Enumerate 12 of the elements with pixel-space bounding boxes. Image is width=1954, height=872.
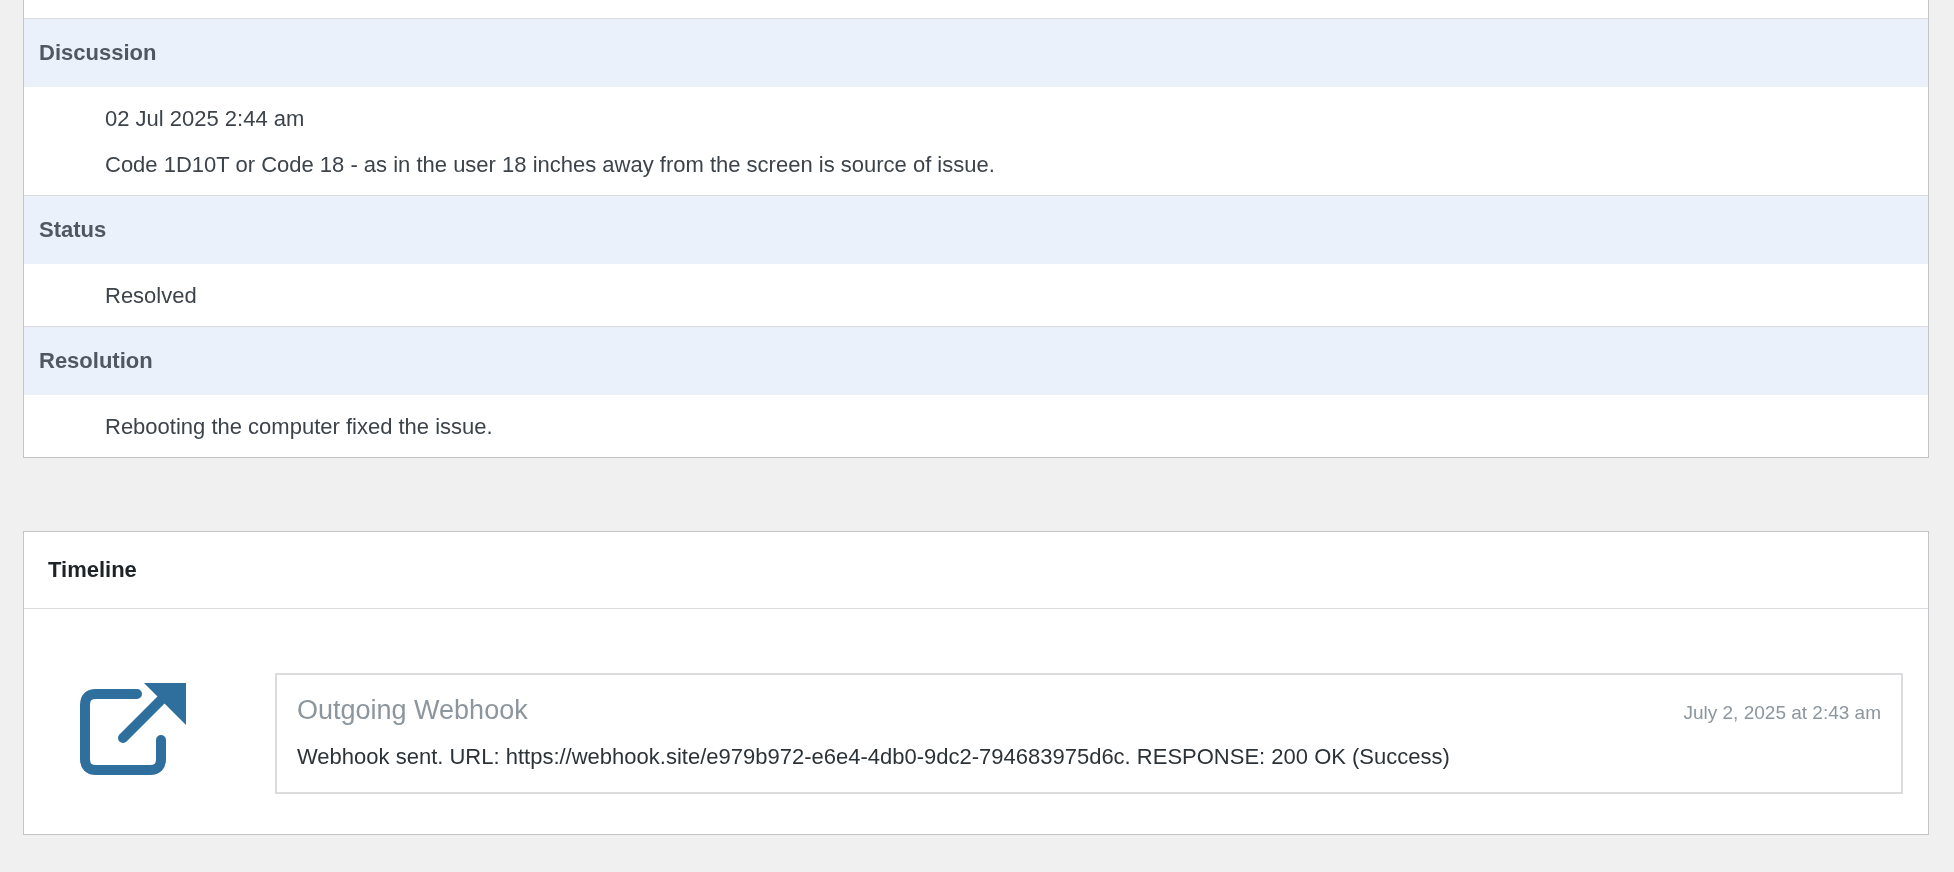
entry-message: Webhook sent. URL: https://webhook.site/e979b972-e6e4-4db0-9dc2-794683975d6c. RESPONSE: 200 OK (Success) (297, 744, 1451, 770)
entry-time: July 2, 2025 at 2:43 am (1683, 702, 1881, 724)
section-text: Code 1D10T or Code 18 - as in the user 18 inches away from the screen is source of issue. (105, 153, 996, 177)
external-link-icon (80, 683, 186, 775)
section-heading: Discussion (24, 19, 1928, 87)
section-text: 02 Jul 2025 2:44 am (105, 107, 306, 131)
section-heading: Status (24, 196, 1928, 264)
section-text: Rebooting the computer fixed the issue. (105, 415, 494, 439)
entry-title: Outgoing Webhook (297, 695, 528, 726)
section-text: Resolved (105, 284, 198, 308)
card-title: Timeline (48, 557, 137, 583)
section-heading: Resolution (24, 327, 1928, 395)
